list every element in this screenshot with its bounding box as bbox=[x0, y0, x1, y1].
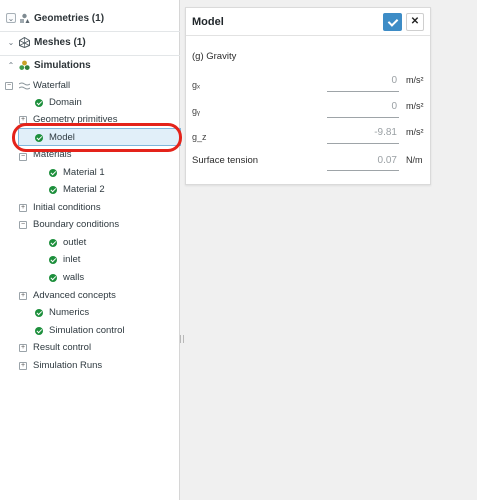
simulation-tree-panel: ⌄ Geometries (1) ⌄ Meshes (1) ⌃ Simulati… bbox=[0, 0, 182, 500]
tree-item-label: Domain bbox=[49, 97, 82, 108]
tree-item-meshes[interactable]: ⌄ Meshes (1) bbox=[0, 30, 180, 54]
tree-item-label: Material 1 bbox=[63, 167, 105, 178]
tree-item-label: Initial conditions bbox=[33, 202, 101, 213]
confirm-button[interactable] bbox=[383, 13, 402, 31]
expand-toggle-icon[interactable]: + bbox=[19, 362, 27, 370]
panel-header: Model ✕ bbox=[186, 8, 430, 36]
tree-item-label: inlet bbox=[63, 254, 81, 265]
tree-item-initial-conditions[interactable]: Initial conditions bbox=[33, 199, 101, 216]
gz-unit: m/s² bbox=[406, 127, 424, 137]
collapse-toggle-icon[interactable]: − bbox=[5, 82, 13, 90]
gx-label: gₓ bbox=[192, 80, 200, 90]
gravity-section-label: (g) Gravity bbox=[192, 51, 237, 62]
tree-item-label: Material 2 bbox=[63, 184, 105, 195]
expand-toggle-icon[interactable]: ⌄ bbox=[6, 13, 16, 23]
tree-item-simulation-control[interactable]: Simulation control bbox=[35, 322, 125, 339]
surface-tension-label: Surface tension bbox=[192, 155, 259, 166]
model-settings-panel: Model ✕ (g) Gravity gₓ 0 m/s² gᵧ 0 m/s² … bbox=[185, 7, 431, 185]
tree-item-label: Waterfall bbox=[33, 80, 71, 91]
collapse-toggle-icon[interactable]: ⌃ bbox=[6, 60, 16, 70]
simulation-icon bbox=[19, 60, 30, 70]
valid-check-icon bbox=[35, 308, 43, 317]
expand-toggle-icon[interactable]: ⌄ bbox=[6, 37, 16, 47]
tree-item-result-control[interactable]: Result control bbox=[33, 339, 91, 356]
panel-title: Model bbox=[192, 16, 224, 28]
tree-item-geometries[interactable]: ⌄ Geometries (1) bbox=[0, 6, 180, 30]
valid-check-icon bbox=[49, 168, 57, 177]
tree-item-label: outlet bbox=[63, 237, 87, 248]
valid-check-icon bbox=[35, 326, 43, 335]
valid-check-icon bbox=[49, 273, 57, 282]
tree-item-waterfall[interactable]: Waterfall bbox=[19, 77, 70, 94]
tree-item-outlet[interactable]: outlet bbox=[49, 234, 86, 251]
tree-item-label: Boundary conditions bbox=[33, 219, 120, 230]
tree-item-material-1[interactable]: Material 1 bbox=[49, 164, 105, 181]
gz-label: g_z bbox=[192, 132, 207, 142]
tree-item-material-2[interactable]: Material 2 bbox=[49, 181, 105, 198]
gy-input-underline bbox=[327, 117, 399, 118]
gy-label: gᵧ bbox=[192, 106, 200, 116]
geometry-icon bbox=[20, 13, 30, 23]
close-button[interactable]: ✕ bbox=[406, 13, 424, 31]
tree-item-label: Simulation control bbox=[49, 325, 125, 336]
tree-item-label: Meshes (1) bbox=[34, 36, 86, 48]
mesh-icon bbox=[19, 36, 30, 48]
gx-input[interactable]: 0 bbox=[327, 75, 399, 86]
gy-input[interactable]: 0 bbox=[327, 101, 399, 112]
gy-unit: m/s² bbox=[406, 101, 424, 111]
tree-item-advanced-concepts[interactable]: Advanced concepts bbox=[33, 287, 116, 304]
valid-check-icon bbox=[49, 185, 57, 194]
waterfall-wave-icon bbox=[19, 82, 30, 89]
panel-resize-handle[interactable] bbox=[180, 335, 184, 343]
tree-item-domain[interactable]: Domain bbox=[35, 94, 82, 111]
gz-input[interactable]: -9.81 bbox=[327, 127, 399, 138]
collapse-toggle-icon[interactable]: − bbox=[19, 221, 27, 229]
tree-item-label: walls bbox=[63, 272, 85, 283]
tree-item-label: Geometries (1) bbox=[34, 12, 105, 24]
collapse-toggle-icon[interactable]: − bbox=[19, 153, 27, 161]
tree-item-inlet[interactable]: inlet bbox=[49, 251, 80, 268]
surface-tension-input-underline bbox=[327, 170, 399, 171]
expand-toggle-icon[interactable]: + bbox=[19, 344, 27, 352]
expand-toggle-icon[interactable]: + bbox=[19, 204, 27, 212]
tree-item-simulation-runs[interactable]: Simulation Runs bbox=[33, 357, 102, 374]
gx-unit: m/s² bbox=[406, 75, 424, 85]
gx-input-underline bbox=[327, 91, 399, 92]
tree-item-label: Simulation Runs bbox=[33, 360, 103, 371]
tree-item-label: Simulations bbox=[34, 59, 91, 71]
valid-check-icon bbox=[49, 255, 57, 264]
tree-item-label: Numerics bbox=[49, 307, 90, 318]
tree-item-label: Advanced concepts bbox=[33, 290, 116, 301]
tree-item-label: Result control bbox=[33, 342, 92, 353]
valid-check-icon bbox=[35, 98, 43, 107]
valid-check-icon bbox=[49, 238, 57, 247]
gz-input-underline bbox=[327, 143, 399, 144]
expand-toggle-icon[interactable]: + bbox=[19, 292, 27, 300]
tree-item-simulations[interactable]: ⌃ Simulations bbox=[0, 53, 180, 77]
annotation-highlight-ring bbox=[12, 123, 182, 152]
tree-item-boundary-conditions[interactable]: Boundary conditions bbox=[33, 216, 119, 233]
tree-item-walls[interactable]: walls bbox=[49, 269, 84, 286]
surface-tension-input[interactable]: 0.07 bbox=[327, 155, 399, 166]
surface-tension-unit: N/m bbox=[406, 155, 423, 165]
tree-item-numerics[interactable]: Numerics bbox=[35, 304, 89, 321]
